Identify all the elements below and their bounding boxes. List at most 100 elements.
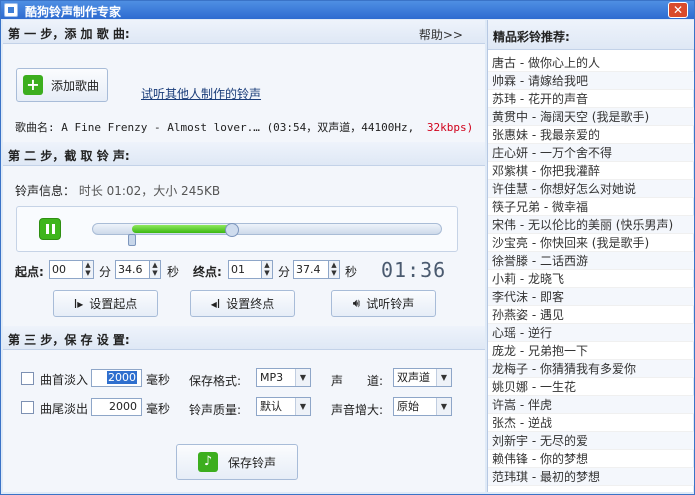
step1-title: 第 一 步，添 加 歌 曲: <box>8 27 130 41</box>
recommend-item[interactable]: 沙宝亮 - 你快回来 (我是歌手) <box>488 234 694 252</box>
help-link[interactable]: 帮助>> <box>419 26 463 43</box>
chevron-down-icon[interactable]: ▼ <box>436 369 451 386</box>
format-label: 保存格式: <box>189 374 242 388</box>
song-label: 歌曲名: <box>15 121 55 134</box>
step1-header: 第 一 步，添 加 歌 曲: 帮助>> <box>3 20 485 44</box>
pause-button[interactable] <box>39 218 61 240</box>
recommend-item[interactable]: 姚贝娜 - 一生花 <box>488 378 694 396</box>
set-start-icon: I▸ <box>73 296 84 311</box>
recommend-item[interactable]: 邓紫棋 - 你把我灌醉 <box>488 162 694 180</box>
timer-display: 01:36 <box>381 258 447 282</box>
recommend-item[interactable]: 庄心妍 - 一万个舍不得 <box>488 144 694 162</box>
listen-others-link[interactable]: 试听其他人制作的铃声 <box>141 85 261 102</box>
channel-select[interactable]: 双声道 ▼ <box>393 368 452 387</box>
sidebar-header: 精品彩铃推荐: <box>488 20 694 50</box>
recommend-item[interactable]: 庞龙 - 兄弟抱一下 <box>488 342 694 360</box>
fade-in-value: 2000 <box>107 371 137 384</box>
recommend-item[interactable]: 帅霖 - 请嫁给我吧 <box>488 72 694 90</box>
start-minute-spinner[interactable]: 00 ▲ ▼ <box>49 260 94 279</box>
end-handle[interactable] <box>224 223 239 237</box>
spinner-arrows-icon[interactable]: ▲ ▼ <box>261 261 272 278</box>
fade-in-label: 曲首淡入 <box>40 373 89 387</box>
start-minute-value: 00 <box>52 263 66 276</box>
preview-label: 试听铃声 <box>366 297 415 311</box>
end-minute-spinner[interactable]: 01 ▲ ▼ <box>228 260 273 279</box>
chevron-down-icon[interactable]: ▼ <box>436 398 451 415</box>
quality-label: 铃声质量: <box>189 403 242 417</box>
start-handle[interactable] <box>127 234 136 246</box>
end-second-spinner[interactable]: 37.4 ▲ ▼ <box>293 260 340 279</box>
save-ringtone-button[interactable]: ♪ 保存铃声 <box>176 444 298 480</box>
fade-out-checkbox[interactable] <box>21 401 34 414</box>
recommend-item[interactable]: 许佳慧 - 你想好怎么对她说 <box>488 180 694 198</box>
save-ringtone-label: 保存铃声 <box>227 455 276 470</box>
recommend-list: 唐古 - 做你心上的人 帅霖 - 请嫁给我吧 苏玮 - 花开的声音 黄贯中 - 海阔天… <box>488 54 694 486</box>
fade-out-label: 曲尾淡出 <box>40 402 89 416</box>
recommend-item[interactable]: 宋伟 - 无以伦比的美丽 (快乐男声) <box>488 216 694 234</box>
progress-track[interactable] <box>92 223 442 235</box>
recommend-item[interactable]: 徐誉滕 - 二话西游 <box>488 252 694 270</box>
title-bar: 酷狗铃声制作专家 ✕ <box>1 1 694 19</box>
end-second-value: 37.4 <box>296 263 321 276</box>
recommend-item[interactable]: 许嵩 - 伴虎 <box>488 396 694 414</box>
step2-title: 第 二 步，截 取 铃 声: <box>8 149 130 163</box>
recommend-item[interactable]: 黄贯中 - 海阔天空 (我是歌手) <box>488 108 694 126</box>
quality-select[interactable]: 默认 ▼ <box>256 397 311 416</box>
start-second-spinner[interactable]: 34.6 ▲ ▼ <box>115 260 161 279</box>
recommend-item[interactable]: 筷子兄弟 - 微幸福 <box>488 198 694 216</box>
selected-range <box>131 225 232 233</box>
set-end-label: 设置终点 <box>226 297 275 311</box>
song-meta: (03:54，双声道，44100Hz, <box>266 121 415 134</box>
speaker-icon: 🔊︎ <box>352 296 361 310</box>
recommend-item[interactable]: 刘新宇 - 无尽的爱 <box>488 432 694 450</box>
ringtone-info: 铃声信息： 时长 01:02，大小 245KB <box>15 182 220 199</box>
pause-icon <box>46 224 49 234</box>
recommend-item[interactable]: 心瑶 - 逆行 <box>488 324 694 342</box>
end-label: 终点: <box>193 265 222 279</box>
window-title: 酷狗铃声制作专家 <box>25 5 122 19</box>
start-second-unit: 秒 <box>167 265 180 279</box>
sidebar-title: 精品彩铃推荐: <box>493 30 570 44</box>
recommend-item[interactable]: 张杰 - 逆战 <box>488 414 694 432</box>
recommend-item[interactable]: 赖伟锋 - 你的梦想 <box>488 450 694 468</box>
music-note-icon: ♪ <box>197 452 218 472</box>
boost-label: 声音增大: <box>331 403 384 417</box>
set-end-button[interactable]: ◂I 设置终点 <box>190 290 295 317</box>
recommend-item[interactable]: 李代沫 - 即客 <box>488 288 694 306</box>
start-second-value: 34.6 <box>118 263 143 276</box>
chevron-down-icon[interactable]: ▼ <box>295 398 310 415</box>
spinner-arrows-icon[interactable]: ▲ ▼ <box>149 261 160 278</box>
quality-value: 默认 <box>260 400 282 413</box>
format-select[interactable]: MP3 ▼ <box>256 368 311 387</box>
fade-in-checkbox[interactable] <box>21 372 34 385</box>
recommend-item[interactable]: 范玮琪 - 最初的梦想 <box>488 468 694 486</box>
boost-select[interactable]: 原始 ▼ <box>393 397 452 416</box>
close-button[interactable]: ✕ <box>668 2 688 18</box>
set-start-label: 设置起点 <box>89 297 138 311</box>
spinner-arrows-icon[interactable]: ▲ ▼ <box>82 261 93 278</box>
ringtone-info-label: 铃声信息： <box>15 184 76 198</box>
recommend-item[interactable]: 龙梅子 - 你猜猜我有多爱你 <box>488 360 694 378</box>
step2-header: 第 二 步，截 取 铃 声: <box>3 142 485 166</box>
step3-header: 第 三 步，保 存 设 置: <box>3 326 485 350</box>
recommend-item[interactable]: 小莉 - 龙晓飞 <box>488 270 694 288</box>
recommend-item[interactable]: 苏玮 - 花开的声音 <box>488 90 694 108</box>
set-start-button[interactable]: I▸ 设置起点 <box>53 290 158 317</box>
player-box <box>16 206 458 252</box>
spinner-arrows-icon[interactable]: ▲ ▼ <box>328 261 339 278</box>
add-song-label: 添加歌曲 <box>51 78 100 93</box>
ringtone-info-value: 时长 01:02，大小 245KB <box>78 184 221 198</box>
chevron-down-icon[interactable]: ▼ <box>295 369 310 386</box>
recommend-item[interactable]: 张惠妹 - 我最亲爱的 <box>488 126 694 144</box>
recommend-item[interactable]: 唐古 - 做你心上的人 <box>488 54 694 72</box>
add-song-button[interactable]: + 添加歌曲 <box>16 68 108 102</box>
recommend-sidebar: 精品彩铃推荐: 唐古 - 做你心上的人 帅霖 - 请嫁给我吧 苏玮 - 花开的声音黄… <box>487 20 694 492</box>
end-minute-value: 01 <box>231 263 245 276</box>
recommend-item[interactable]: 孙燕姿 - 遇见 <box>488 306 694 324</box>
fade-out-unit: 毫秒 <box>146 402 171 416</box>
end-second-unit: 秒 <box>345 265 358 279</box>
app-icon <box>4 3 18 17</box>
preview-button[interactable]: 🔊︎ 试听铃声 <box>331 290 436 317</box>
fade-in-input[interactable]: 2000 <box>91 369 142 387</box>
fade-out-input[interactable]: 2000 <box>91 398 142 416</box>
